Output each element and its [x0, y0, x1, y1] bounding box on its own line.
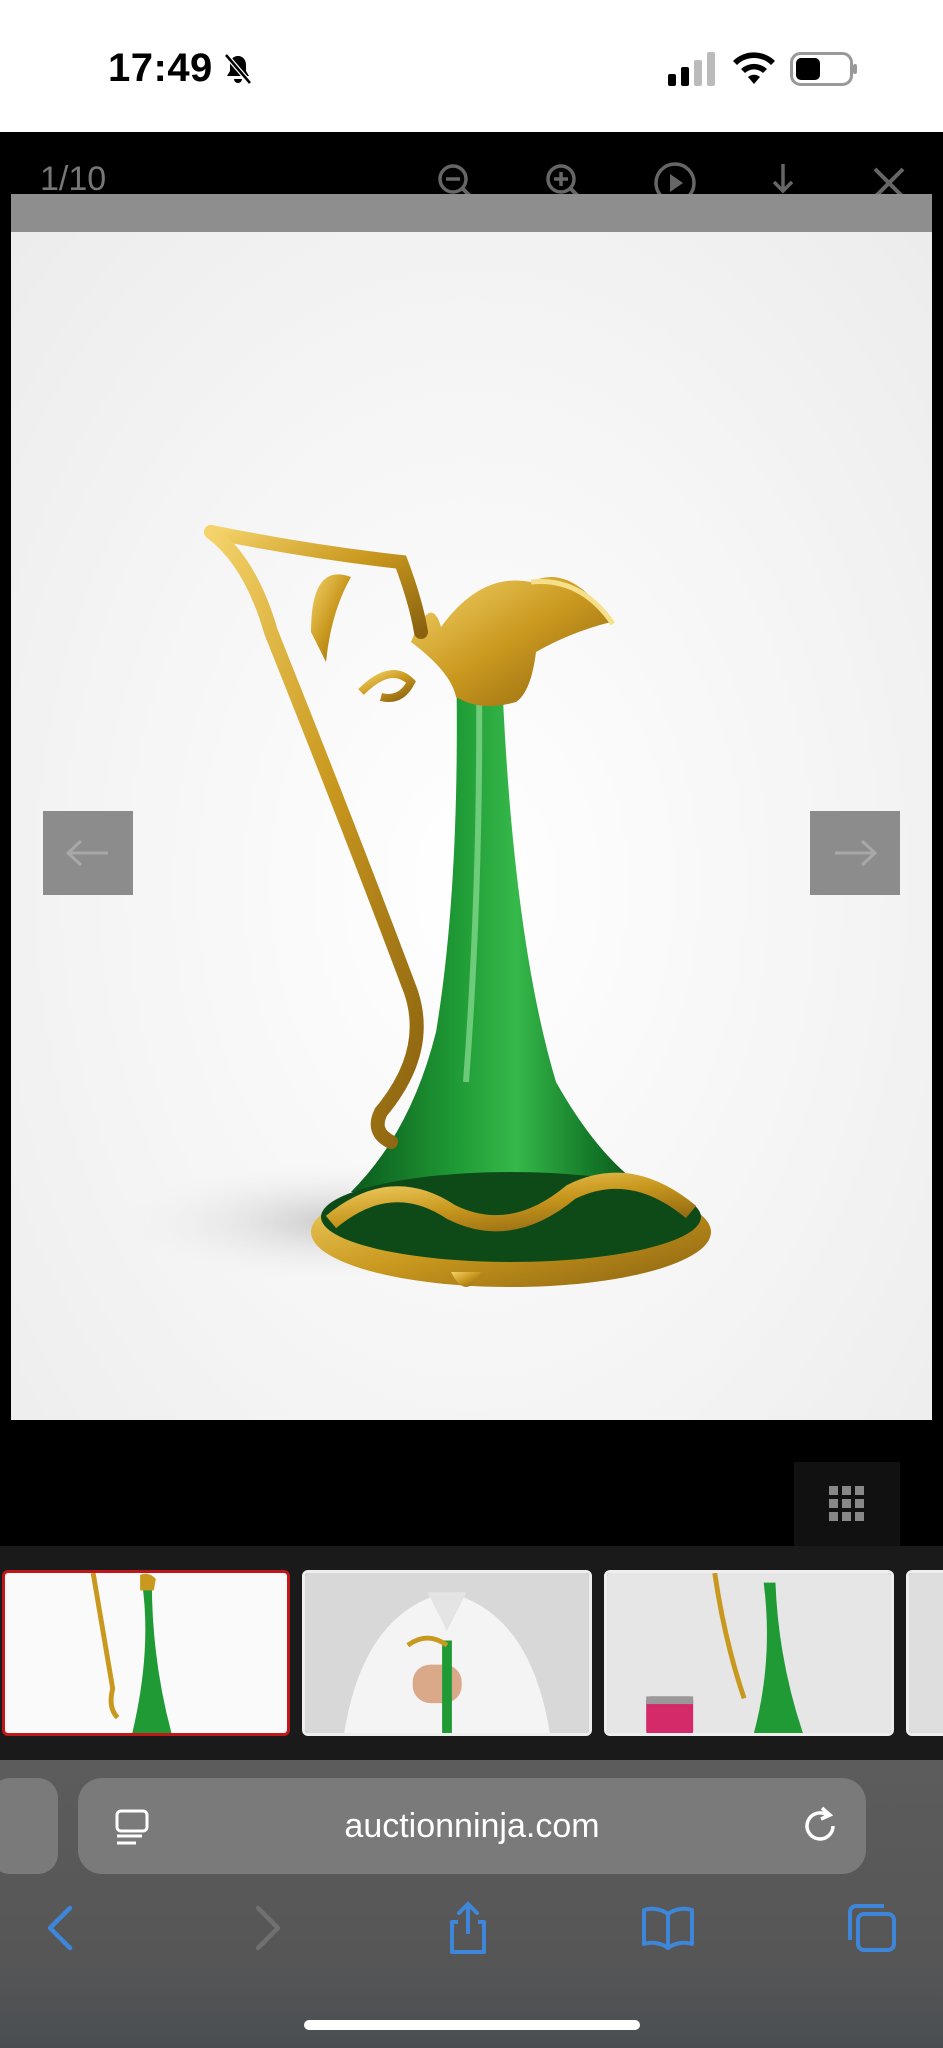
thumbnail-strip	[0, 1546, 943, 1760]
main-product-image[interactable]	[11, 194, 932, 1420]
share-button[interactable]	[440, 1900, 496, 1956]
bookmarks-button[interactable]	[640, 1900, 696, 1956]
arrow-right-icon	[835, 839, 878, 867]
previous-image-button[interactable]	[43, 811, 133, 895]
battery-icon	[790, 52, 857, 86]
tabs-button[interactable]	[844, 1900, 900, 1956]
book-icon	[642, 1906, 694, 1950]
forward-button[interactable]	[238, 1900, 294, 1956]
thumbnail-4[interactable]	[906, 1570, 943, 1736]
previous-tab-preview[interactable]	[0, 1778, 58, 1874]
arrow-left-icon	[65, 839, 108, 867]
tabs-icon	[848, 1904, 896, 1952]
address-url: auctionninja.com	[344, 1806, 600, 1845]
thumbnail-2[interactable]	[302, 1570, 592, 1736]
chevron-right-icon	[255, 1905, 281, 1951]
home-indicator	[304, 2020, 640, 2030]
share-icon	[450, 1901, 486, 1954]
thumbnail-3[interactable]	[604, 1570, 894, 1736]
reload-icon[interactable]	[800, 1804, 840, 1848]
thumbnail-grid-toggle[interactable]	[794, 1462, 900, 1546]
thumbnail-1-image	[5, 1573, 287, 1733]
silent-bell-icon	[223, 52, 252, 85]
green-glass-ewer-image	[121, 525, 711, 1287]
wifi-icon	[733, 52, 775, 84]
image-top-overlay	[11, 194, 932, 232]
thumbnail-3-image	[607, 1573, 891, 1733]
chevron-left-icon	[47, 1905, 73, 1951]
clock-text: 17:49	[108, 46, 213, 90]
address-bar[interactable]: auctionninja.com	[78, 1778, 866, 1874]
back-button[interactable]	[34, 1900, 90, 1956]
next-image-button[interactable]	[810, 811, 900, 895]
cellular-signal-icon	[668, 52, 715, 86]
grid-icon	[829, 1486, 864, 1521]
thumbnail-4-image	[909, 1573, 943, 1733]
page-menu-icon[interactable]	[114, 1808, 150, 1846]
status-time: 17:49	[108, 46, 253, 91]
thumbnail-1-selected[interactable]	[2, 1570, 290, 1736]
thumbnail-2-image	[305, 1573, 589, 1733]
